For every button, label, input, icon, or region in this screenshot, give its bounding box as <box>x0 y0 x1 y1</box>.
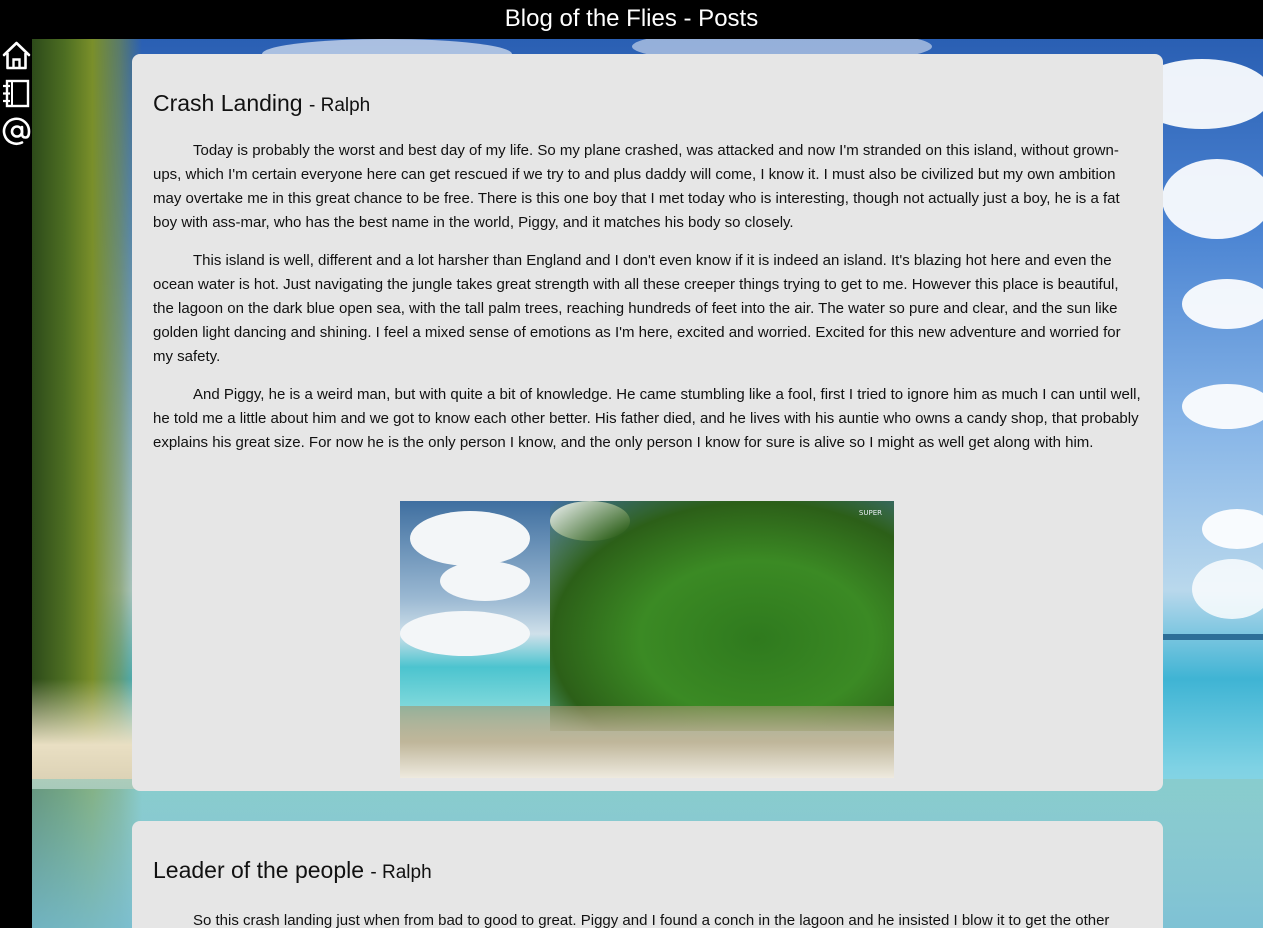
post-author: - Ralph <box>309 95 371 116</box>
post-author: - Ralph <box>370 862 432 883</box>
post-card: Crash Landing - Ralph Today is probably … <box>132 54 1163 791</box>
sidebar <box>0 39 32 928</box>
post-paragraph: And Piggy, he is a weird man, but with q… <box>153 386 1141 451</box>
post-title-text: Leader of the people <box>153 857 365 883</box>
post-paragraph: So this crash landing just when from bad… <box>193 912 1110 928</box>
post-paragraph: This island is well, different and a lot… <box>153 252 1121 365</box>
tropical-beach-photo: SUPER <box>400 501 894 778</box>
at-sign-icon[interactable] <box>1 116 32 147</box>
page-header: Blog of the Flies - Posts <box>0 0 1263 39</box>
post-paragraph: Today is probably the worst and best day… <box>153 142 1120 231</box>
page-title: Blog of the Flies - Posts <box>504 5 759 32</box>
post-title: Leader of the people - Ralph <box>153 821 1142 889</box>
post-title-text: Crash Landing <box>153 90 303 116</box>
notebook-icon[interactable] <box>1 78 32 109</box>
post-title: Crash Landing - Ralph <box>153 54 1142 122</box>
post-card: Leader of the people - Ralph So this cra… <box>132 821 1163 928</box>
image-watermark: SUPER <box>858 509 882 517</box>
home-icon[interactable] <box>1 40 32 71</box>
